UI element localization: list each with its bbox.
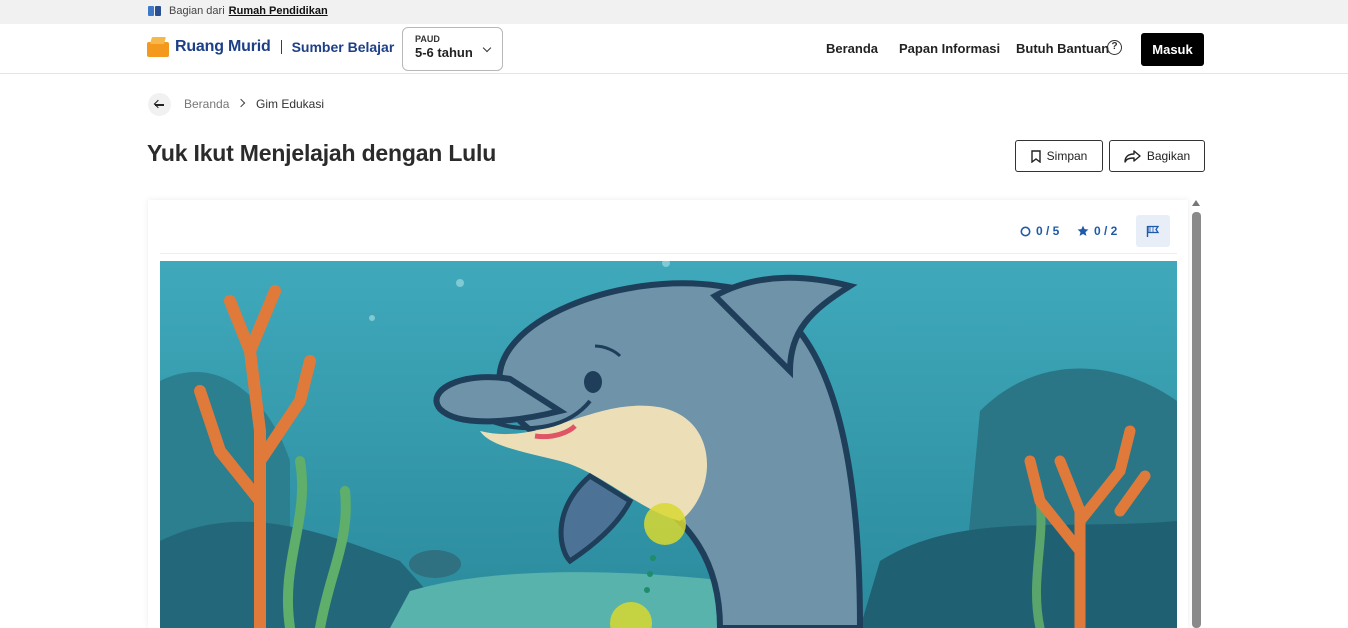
flag-button[interactable] — [1136, 215, 1170, 247]
help-icon[interactable]: ? — [1107, 40, 1122, 55]
progress-value: 0 / 5 — [1036, 224, 1060, 238]
star-counter: 0 / 2 — [1077, 224, 1117, 238]
book-icon — [148, 5, 162, 17]
scrollbar-thumb[interactable] — [1192, 212, 1201, 628]
login-button[interactable]: Masuk — [1141, 33, 1204, 66]
logo[interactable]: Ruang Murid Sumber Belajar — [147, 36, 394, 58]
flag-icon — [1146, 225, 1160, 237]
section-name: Sumber Belajar — [291, 39, 395, 55]
share-button[interactable]: Bagikan — [1109, 140, 1205, 172]
share-arrow-icon — [1124, 149, 1141, 163]
game-scene[interactable] — [160, 261, 1177, 628]
progress-counter: 0 / 5 — [1020, 224, 1059, 238]
save-button[interactable]: Simpan — [1015, 140, 1103, 172]
level-selector[interactable]: PAUD 5-6 tahun — [402, 27, 503, 71]
save-label: Simpan — [1046, 149, 1088, 163]
share-label: Bagikan — [1146, 149, 1191, 163]
banner-prefix: Bagian dari — [169, 5, 225, 17]
breadcrumb-current: Gim Edukasi — [256, 97, 325, 111]
brand-name: Ruang Murid — [175, 38, 271, 55]
level-label: PAUD — [415, 34, 440, 44]
back-arrow-icon[interactable] — [148, 93, 171, 116]
nav-papan-informasi[interactable]: Papan Informasi — [899, 41, 1000, 56]
star-icon — [1077, 225, 1089, 236]
scroll-up-arrow[interactable] — [1192, 200, 1200, 206]
page-title: Yuk Ikut Menjelajah dengan Lulu — [147, 140, 497, 166]
bookmark-icon — [1030, 149, 1041, 163]
top-banner: Bagian dari Rumah Pendidikan — [0, 0, 1348, 24]
box-logo-icon — [147, 36, 171, 58]
underwater-dolphin-illustration — [160, 261, 1177, 628]
level-value: 5-6 tahun — [415, 45, 473, 60]
site-header: Ruang Murid Sumber Belajar PAUD 5-6 tahu… — [0, 24, 1348, 74]
game-toolbar: 0 / 5 0 / 2 — [160, 207, 1177, 254]
star-value: 0 / 2 — [1094, 224, 1118, 238]
breadcrumb-home[interactable]: Beranda — [184, 97, 229, 111]
circle-icon — [1020, 226, 1031, 236]
nav-beranda[interactable]: Beranda — [826, 41, 878, 56]
rumah-pendidikan-link[interactable]: Rumah Pendidikan — [229, 5, 328, 17]
chevron-right-icon — [236, 98, 246, 108]
nav-butuh-bantuan[interactable]: Butuh Bantuan — [1016, 41, 1109, 56]
